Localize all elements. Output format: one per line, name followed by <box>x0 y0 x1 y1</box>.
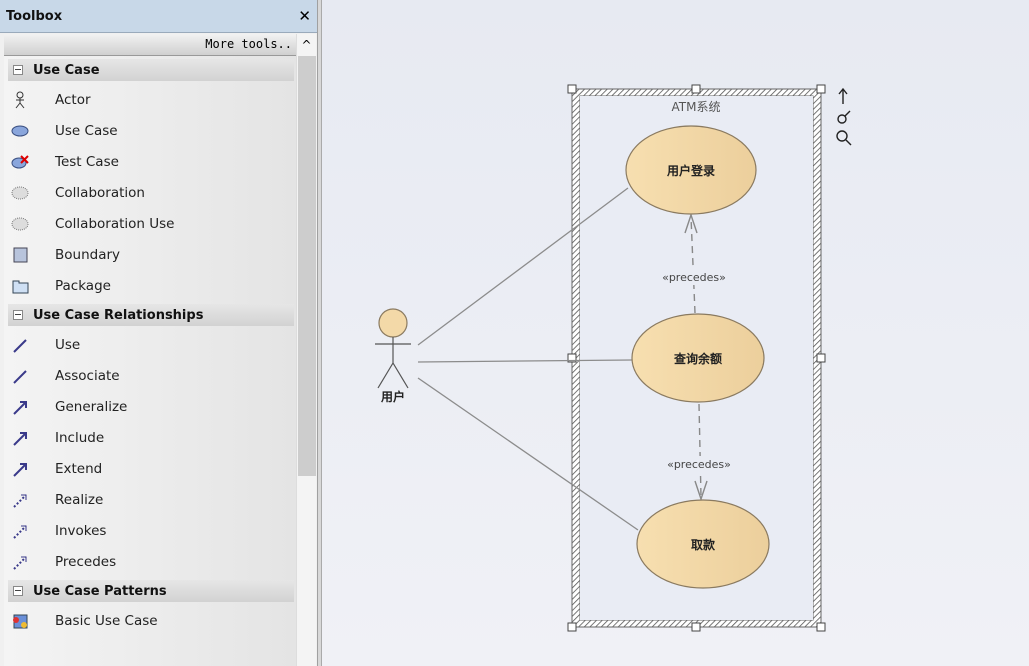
zoom-icon[interactable] <box>836 130 852 146</box>
actor[interactable] <box>375 308 411 389</box>
relation-label: «precedes» <box>662 271 726 284</box>
use-case-label: 用户登录 <box>666 163 715 178</box>
move-arrow-icon[interactable] <box>838 87 848 104</box>
actor-label: 用户 <box>380 389 405 404</box>
relation-label: «precedes» <box>667 458 731 471</box>
use-case-diagram: ATM系统 «precedes» «precedes» 用户登录 查询余额 取款… <box>375 84 852 632</box>
use-case-label: 查询余额 <box>673 351 722 366</box>
use-case-label: 取款 <box>691 537 716 552</box>
link-icon[interactable] <box>837 110 851 124</box>
boundary-label: ATM系统 <box>672 100 721 114</box>
